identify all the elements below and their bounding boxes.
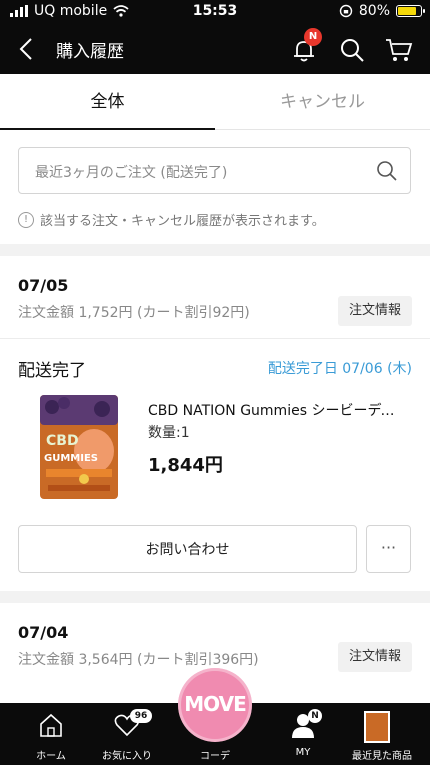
product-price: 1,844円 xyxy=(148,455,223,476)
tabbar-label: コーデ xyxy=(200,751,230,762)
battery-icon xyxy=(396,5,425,17)
product-image[interactable]: CBD GUMMIES xyxy=(38,393,120,501)
rotation-lock-icon xyxy=(339,4,353,18)
order-info-button[interactable]: 注文情報 xyxy=(338,642,412,672)
notice-text: 該当する注文・キャンセル履歴が表示されます。 xyxy=(40,214,325,229)
search-placeholder: 最近3ヶ月のご注文 (配送完了) xyxy=(35,165,228,181)
tab-bar: 全体 キャンセル xyxy=(0,74,430,130)
notice: ! 該当する注文・キャンセル履歴が表示されます。 xyxy=(18,210,325,229)
order-info-button[interactable]: 注文情報 xyxy=(338,296,412,326)
tabbar-favorites[interactable]: 96 お気に入り xyxy=(84,703,170,765)
recent-item-thumbnail[interactable] xyxy=(364,711,390,743)
tab-cancel[interactable]: キャンセル xyxy=(215,74,430,130)
more-options-button[interactable]: ··· xyxy=(366,525,411,573)
search-input[interactable]: 最近3ヶ月のご注文 (配送完了) xyxy=(18,147,411,194)
order-amount: 注文金額 1,752円 (カート割引92円) xyxy=(18,305,250,321)
search-icon[interactable] xyxy=(338,36,366,64)
battery-fill xyxy=(398,7,416,15)
favorites-badge: 96 xyxy=(130,709,152,723)
info-icon: ! xyxy=(18,211,34,228)
contact-button[interactable]: お問い合わせ xyxy=(18,525,357,573)
search-icon[interactable] xyxy=(376,160,398,182)
product-name[interactable]: CBD NATION Gummies シービーディーネイション グミ xyxy=(148,400,408,420)
my-badge: N xyxy=(308,709,322,723)
order-amount: 注文金額 3,564円 (カート割引396円) xyxy=(18,652,259,668)
tab-all[interactable]: 全体 xyxy=(0,74,215,130)
section-divider xyxy=(0,244,430,256)
section-divider xyxy=(0,591,430,603)
product-quantity: 数量:1 xyxy=(148,425,190,441)
delivery-status: 配送完了 xyxy=(18,361,86,381)
order-date: 07/05 xyxy=(18,276,69,295)
move-label: MOVE xyxy=(184,692,247,716)
tabbar-home[interactable]: ホーム xyxy=(8,703,94,765)
tabbar-label: 最近見た商品 xyxy=(352,751,412,762)
tabbar-label: お気に入り xyxy=(102,751,152,762)
home-icon xyxy=(40,713,62,737)
page-title: 購入履歴 xyxy=(56,42,124,62)
notification-badge: N xyxy=(304,28,322,46)
row-divider xyxy=(0,338,430,339)
svg-text:CBD: CBD xyxy=(46,433,79,449)
status-right: 80% xyxy=(339,3,425,19)
tabbar-label: ホーム xyxy=(36,751,66,762)
status-bar: UQ mobile 15:53 80% xyxy=(0,0,430,24)
cart-icon[interactable] xyxy=(384,36,414,64)
order-date: 07/04 xyxy=(18,623,69,642)
svg-text:GUMMIES: GUMMIES xyxy=(44,453,98,464)
move-button[interactable]: MOVE xyxy=(178,668,252,742)
back-arrow-icon[interactable] xyxy=(14,36,40,62)
battery-percent: 80% xyxy=(358,3,390,19)
header: 購入履歴 N xyxy=(0,24,430,74)
delivery-date: 配送完了日 07/06 (木) xyxy=(267,361,412,377)
